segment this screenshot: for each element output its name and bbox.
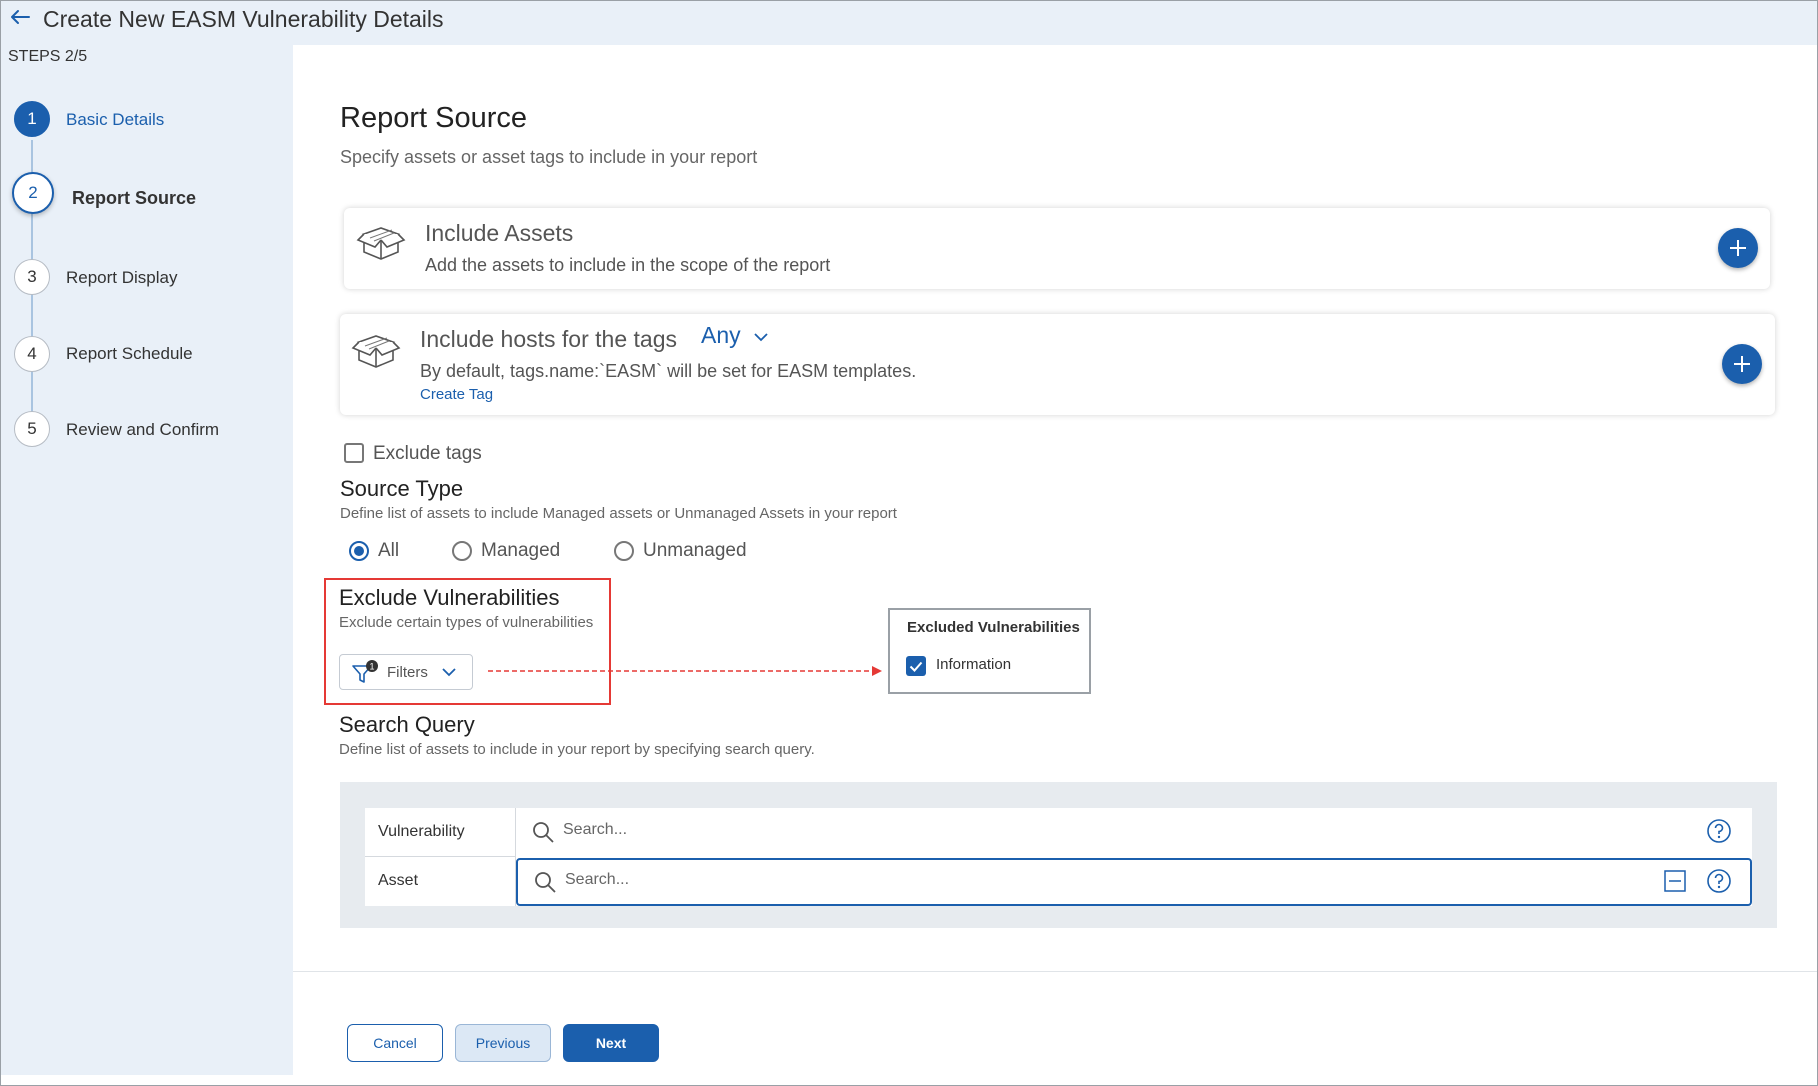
include-tags-title: Include hosts for the tags: [420, 326, 677, 352]
page-title: Create New EASM Vulnerability Details: [43, 6, 444, 32]
vulnerability-row-label: Vulnerability: [378, 823, 465, 840]
excluded-vulns-title: Excluded Vulnerabilities: [907, 619, 1080, 636]
filters-count-badge: 1: [369, 662, 374, 672]
source-type-unmanaged-label: Unmanaged: [643, 540, 747, 561]
include-assets-subtitle: Add the assets to include in the scope o…: [425, 255, 831, 275]
search-icon: [535, 872, 556, 893]
create-tag-link[interactable]: Create Tag: [420, 386, 493, 403]
step-3-circle[interactable]: 3: [14, 259, 50, 295]
step-5-label[interactable]: Review and Confirm: [66, 420, 219, 440]
step-3-label[interactable]: Report Display: [66, 268, 178, 288]
asset-row-label: Asset: [378, 872, 419, 889]
include-tags-subtitle: By default, tags.name:`EASM` will be set…: [420, 361, 917, 381]
exclude-vulns-title: Exclude Vulnerabilities: [339, 585, 560, 610]
source-type-managed-label: Managed: [481, 540, 561, 561]
step-2-label[interactable]: Report Source: [72, 188, 196, 209]
filters-label: Filters: [387, 664, 428, 681]
back-arrow-icon[interactable]: [7, 4, 33, 30]
chevron-down-icon: [754, 333, 768, 342]
section-title: Report Source: [340, 102, 527, 134]
add-assets-button[interactable]: [1718, 228, 1758, 268]
source-type-title: Source Type: [340, 476, 464, 501]
footer-divider: [293, 971, 1817, 972]
filters-button[interactable]: 1 Filters: [339, 654, 473, 690]
tag-match-select[interactable]: Any: [701, 322, 769, 349]
information-checkbox[interactable]: [906, 656, 926, 676]
information-label: Information: [936, 656, 1012, 673]
section-subtitle: Specify assets or asset tags to include …: [340, 147, 758, 167]
annotation-arrow: [488, 666, 882, 676]
previous-button[interactable]: Previous: [455, 1024, 551, 1062]
box-icon: [356, 227, 406, 260]
search-query-title: Search Query: [339, 712, 475, 737]
step-1-circle[interactable]: 1: [14, 101, 50, 137]
cancel-button[interactable]: Cancel: [347, 1024, 443, 1062]
exclude-tags-label: Exclude tags: [373, 443, 482, 464]
search-query-description: Define list of assets to include in your…: [339, 741, 815, 758]
filter-icon: 1: [352, 660, 378, 683]
step-1-label[interactable]: Basic Details: [66, 110, 164, 130]
help-icon[interactable]: [1706, 818, 1732, 844]
check-icon: [909, 661, 923, 672]
step-4-label[interactable]: Report Schedule: [66, 344, 193, 364]
asset-search-placeholder: Search...: [565, 871, 630, 888]
tag-match-value: Any: [701, 322, 741, 348]
collapse-icon[interactable]: [1663, 869, 1687, 893]
source-type-description: Define list of assets to include Managed…: [340, 505, 897, 522]
steps-counter: STEPS 2/5: [8, 48, 88, 65]
vulnerability-search-input[interactable]: Search...: [516, 808, 1752, 856]
source-type-all-radio[interactable]: [349, 541, 369, 561]
step-4-circle[interactable]: 4: [14, 336, 50, 372]
excluded-vulns-popup: Excluded Vulnerabilities Information: [888, 608, 1091, 694]
next-button[interactable]: Next: [563, 1024, 659, 1062]
table-divider: [365, 856, 515, 857]
exclude-tags-checkbox[interactable]: [344, 443, 364, 463]
help-icon[interactable]: [1706, 868, 1732, 894]
asset-search-input[interactable]: Search...: [516, 858, 1752, 906]
exclude-vulns-description: Exclude certain types of vulnerabilities: [339, 614, 594, 631]
vulnerability-search-placeholder: Search...: [563, 821, 628, 838]
plus-icon: [1730, 240, 1746, 256]
plus-icon: [1734, 356, 1750, 372]
chevron-down-icon: [442, 668, 456, 677]
box-icon: [351, 335, 401, 368]
source-type-unmanaged-radio[interactable]: [614, 541, 634, 561]
include-assets-title: Include Assets: [425, 220, 574, 246]
search-icon: [533, 822, 554, 843]
add-tags-button[interactable]: [1722, 344, 1762, 384]
search-query-table: Vulnerability Asset Search... Search...: [365, 808, 1752, 906]
step-5-circle[interactable]: 5: [14, 411, 50, 447]
step-2-circle[interactable]: 2: [12, 172, 54, 214]
source-type-all-label: All: [378, 540, 400, 561]
source-type-managed-radio[interactable]: [452, 541, 472, 561]
